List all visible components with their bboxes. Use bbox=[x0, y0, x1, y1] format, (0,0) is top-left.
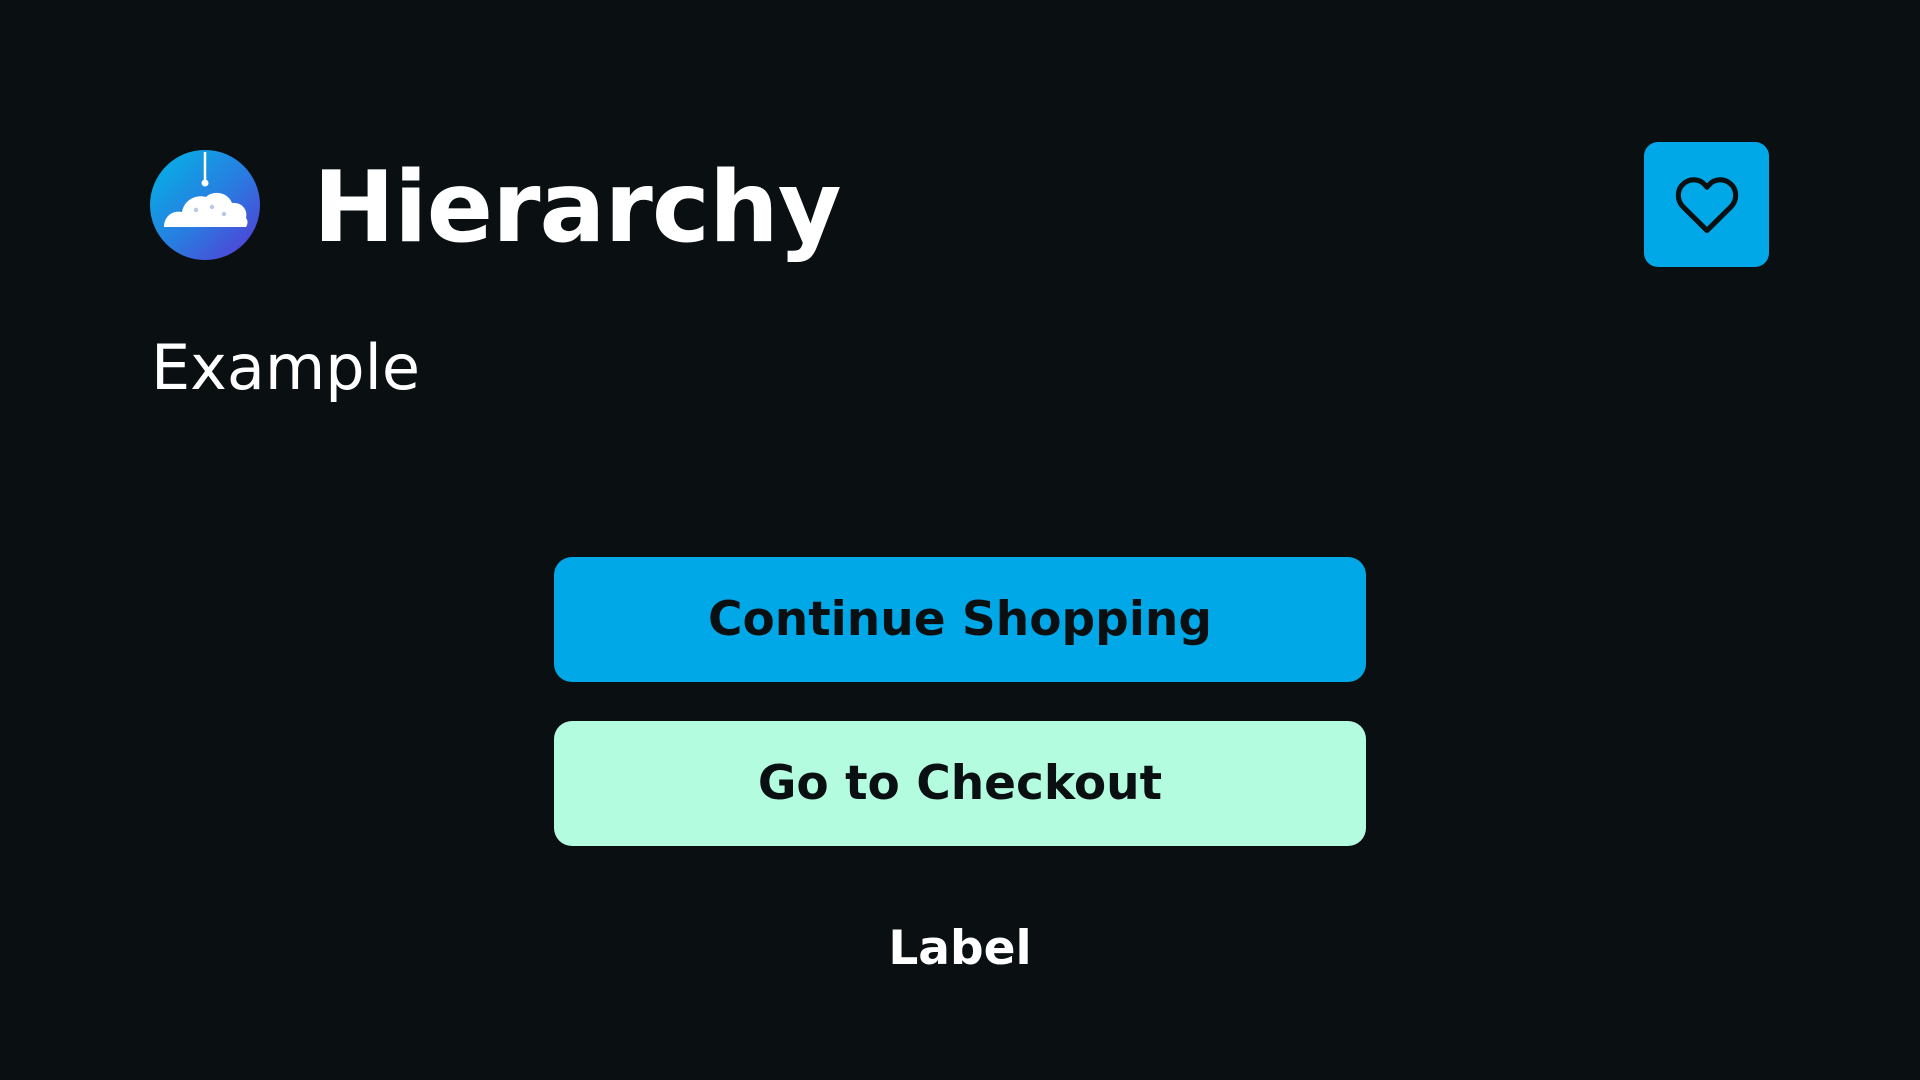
app-logo bbox=[150, 150, 260, 260]
continue-shopping-button[interactable]: Continue Shopping bbox=[554, 557, 1366, 682]
continue-shopping-label: Continue Shopping bbox=[707, 592, 1213, 647]
cloud-lamp-icon bbox=[150, 150, 260, 260]
page-subtitle: Example bbox=[151, 331, 420, 404]
label-text-button[interactable]: Label bbox=[854, 912, 1066, 984]
label-text: Label bbox=[888, 920, 1032, 976]
go-to-checkout-label: Go to Checkout bbox=[757, 756, 1163, 811]
go-to-checkout-button[interactable]: Go to Checkout bbox=[554, 721, 1366, 846]
page: Hierarchy Example Continue Shopping Go t… bbox=[0, 0, 1920, 1080]
heart-icon bbox=[1675, 176, 1738, 233]
page-title: Hierarchy bbox=[313, 151, 842, 265]
favorite-button[interactable] bbox=[1644, 142, 1769, 267]
